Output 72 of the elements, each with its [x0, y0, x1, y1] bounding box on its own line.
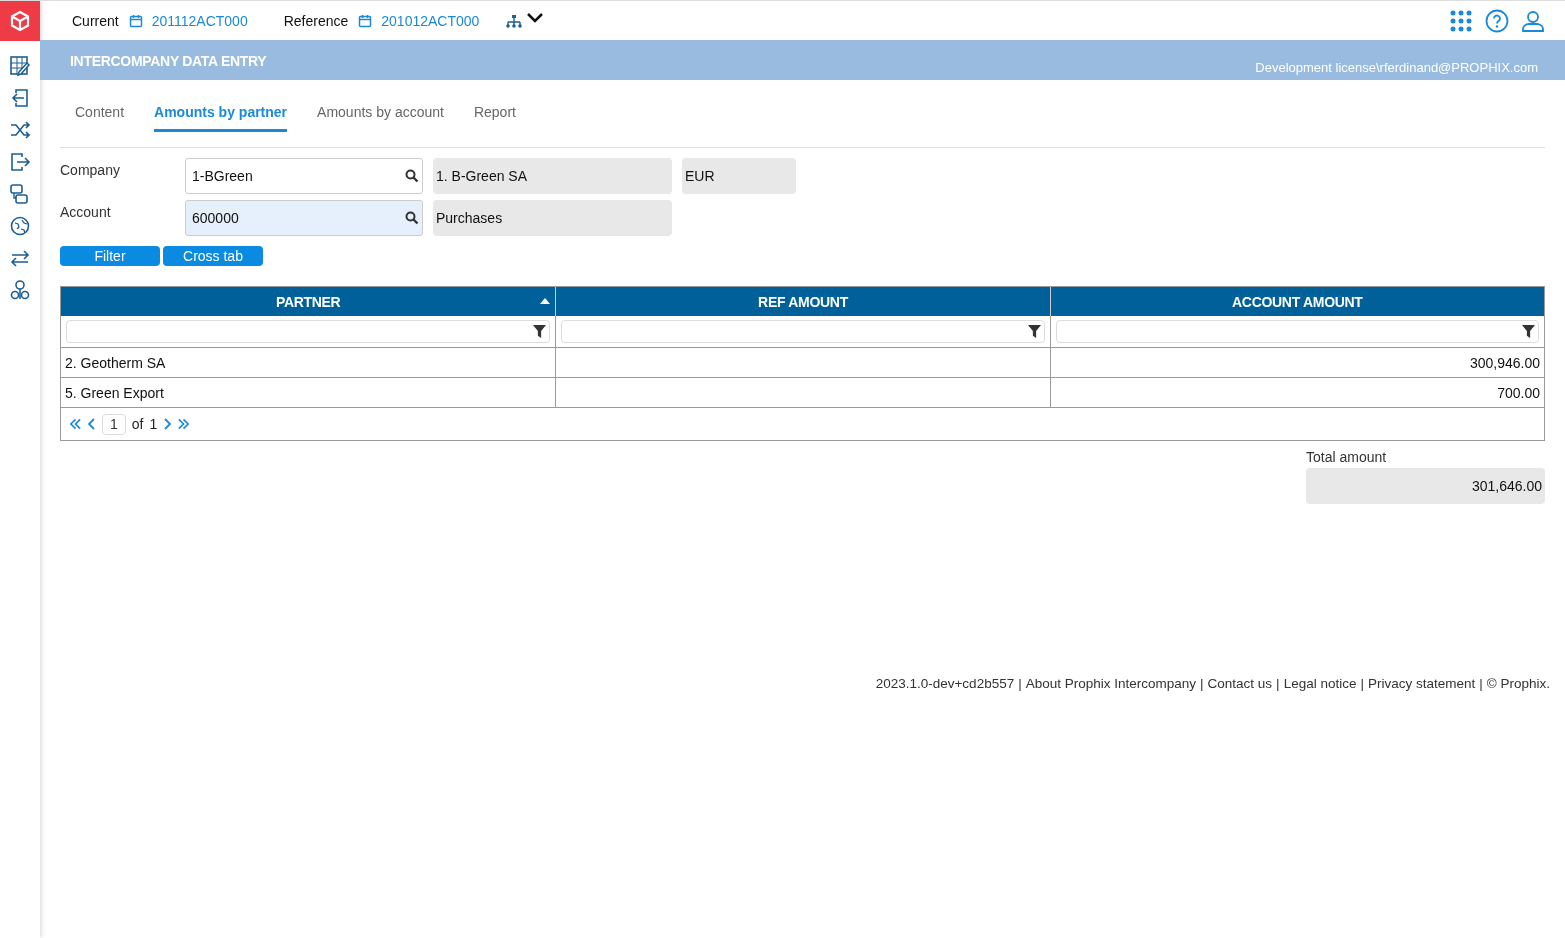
- page-title: INTERCOMPANY DATA ENTRY: [70, 53, 267, 69]
- cube-logo-icon: [9, 10, 31, 32]
- tab[interactable]: Amounts by account: [317, 104, 444, 128]
- filter-field[interactable]: [1055, 320, 1539, 343]
- chevron-down-icon[interactable]: [526, 11, 545, 24]
- sort-arrow-icon[interactable]: [540, 298, 551, 304]
- current-label: Current: [72, 12, 119, 29]
- filter-icon[interactable]: [1027, 325, 1041, 338]
- shuffle-icon[interactable]: [9, 119, 31, 141]
- filter-field[interactable]: [561, 320, 1045, 343]
- tab[interactable]: Amounts by partner: [154, 104, 288, 132]
- action-button[interactable]: Cross tab: [163, 246, 263, 266]
- footer-link[interactable]: Contact us: [1207, 676, 1273, 691]
- input-field[interactable]: 600000: [185, 200, 423, 236]
- table-cell: 300,946.00: [1049, 348, 1544, 378]
- table-cell: 2. Geotherm SA: [61, 348, 556, 378]
- separator: |: [1479, 676, 1483, 691]
- description-field: 1. B-Green SA: [433, 158, 672, 194]
- user-icon[interactable]: [1521, 8, 1545, 33]
- stacked-boxes-icon[interactable]: [9, 183, 31, 205]
- filter-field[interactable]: [66, 320, 551, 343]
- input-field[interactable]: 1-BGreen: [185, 158, 423, 194]
- separator: |: [1200, 676, 1204, 691]
- page-count: 1: [149, 416, 158, 432]
- search-icon[interactable]: [405, 211, 419, 225]
- calendar-icon[interactable]: [128, 13, 143, 28]
- separator: |: [1360, 676, 1364, 691]
- table-cell: 700.00: [1049, 378, 1544, 408]
- action-button[interactable]: Filter: [60, 246, 160, 266]
- swap-arrows-icon[interactable]: [9, 247, 31, 269]
- separator: |: [1018, 676, 1022, 691]
- grid-edit-icon[interactable]: [9, 55, 31, 77]
- globe-icon[interactable]: [9, 215, 31, 237]
- footer-link[interactable]: About Prophix Intercompany: [1025, 676, 1197, 691]
- page-of-label: of: [131, 416, 144, 432]
- filter-icon[interactable]: [1522, 325, 1535, 338]
- calendar-icon[interactable]: [358, 13, 373, 28]
- field-label: Account: [60, 203, 112, 220]
- previous-page-icon[interactable]: [88, 418, 96, 430]
- total-amount-field: 301,646.00: [1306, 468, 1545, 504]
- currency-field: EUR: [682, 158, 796, 194]
- total-label: Total amount: [1306, 449, 1388, 465]
- next-page-icon[interactable]: [163, 418, 172, 430]
- sign-in-icon[interactable]: [9, 87, 31, 109]
- column-header[interactable]: PARTNER: [61, 287, 556, 316]
- license-text: Development license\rferdinand@PROPHIX.com: [1255, 60, 1538, 75]
- table-cell: 5. Green Export: [61, 378, 556, 408]
- footer-link[interactable]: Privacy statement: [1367, 676, 1476, 691]
- column-header[interactable]: ACCOUNT AMOUNT: [1049, 287, 1544, 316]
- tab[interactable]: Report: [473, 104, 516, 128]
- field-label: Company: [60, 161, 121, 178]
- first-page-icon[interactable]: [69, 418, 82, 430]
- last-page-icon[interactable]: [177, 418, 191, 430]
- column-header[interactable]: REF AMOUNT: [555, 287, 1050, 316]
- filter-icon[interactable]: [533, 325, 547, 338]
- tab[interactable]: Content: [75, 104, 125, 128]
- page-number-field[interactable]: 1: [102, 413, 126, 435]
- reference-label: Reference: [283, 12, 349, 29]
- description-field: Purchases: [433, 200, 672, 236]
- version-text: 2023.1.0-dev+cd2b557: [875, 676, 1015, 691]
- reference-scenario-link[interactable]: 201012ACT000: [381, 12, 480, 29]
- search-icon[interactable]: [405, 169, 419, 183]
- sign-out-icon[interactable]: [9, 151, 31, 173]
- hierarchy-icon[interactable]: [9, 279, 31, 301]
- app-logo[interactable]: [0, 1, 40, 41]
- help-icon[interactable]: [1485, 8, 1509, 33]
- separator: |: [1276, 676, 1280, 691]
- current-scenario-link[interactable]: 201112ACT000: [151, 12, 248, 29]
- copyright-text: © Prophix.: [1486, 676, 1550, 691]
- apps-grid-icon[interactable]: [1449, 8, 1473, 33]
- org-chart-icon[interactable]: [505, 13, 524, 28]
- footer-link[interactable]: Legal notice: [1283, 676, 1357, 691]
